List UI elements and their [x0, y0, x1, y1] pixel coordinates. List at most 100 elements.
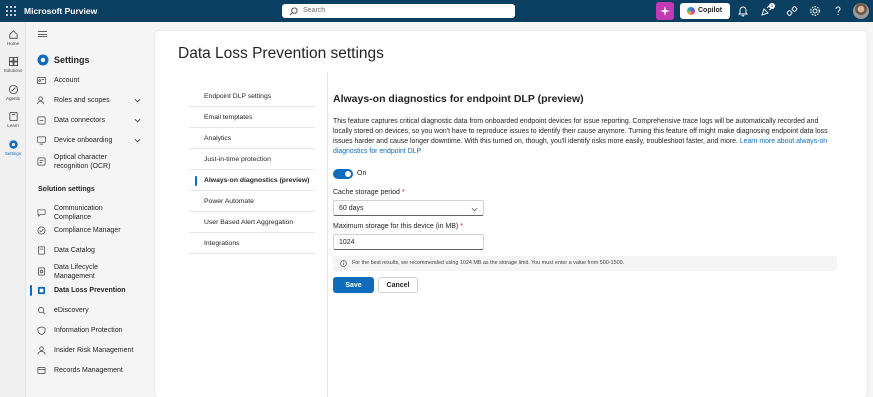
top-bar: Microsoft Purview Search Copilot 1: [0, 0, 873, 22]
rail-label: Settings: [4, 151, 22, 156]
rail-item-solutions[interactable]: Solutions: [0, 53, 26, 79]
home-icon: [8, 30, 18, 39]
learn-icon: [8, 111, 18, 122]
cache-storage-value: 60 days: [339, 205, 364, 212]
nav-item-label: eDiscovery: [54, 307, 89, 314]
nav-item-label: Roles and scopes: [54, 97, 110, 104]
tab-email-templates[interactable]: Email templates: [189, 107, 315, 128]
agents-icon: [8, 84, 18, 95]
info-message-bar: For the best results, we recommended usi…: [333, 256, 837, 271]
max-storage-label-text: Maximum storage for this device (in MB): [333, 223, 459, 230]
cache-storage-dropdown[interactable]: 60 days: [333, 200, 484, 216]
settings-nav: Settings Account Roles and scopes Data c…: [26, 22, 150, 397]
rail-label: Home: [6, 41, 19, 46]
device-icon: [37, 136, 46, 145]
nav-item-label: Information Protection: [54, 327, 123, 334]
nav-item-label: Communication Compliance: [54, 205, 103, 221]
tab-integrations[interactable]: Integrations: [189, 233, 315, 254]
rail-item-agents[interactable]: Agents: [0, 81, 26, 107]
communication-icon: [37, 209, 46, 217]
nav-item-data-catalog[interactable]: Data Catalog: [36, 244, 144, 258]
nav-item-label: Account: [54, 77, 80, 84]
tab-user-based-alert-aggregation[interactable]: User Based Alert Aggregation: [189, 212, 315, 233]
nav-item-roles-and-scopes[interactable]: Roles and scopes: [36, 94, 144, 108]
copilot-icon-button[interactable]: [656, 2, 674, 20]
bell-icon[interactable]: [737, 5, 749, 17]
nav-title-label: Settings: [54, 55, 90, 65]
tab-label: Always-on diagnostics (preview): [204, 177, 310, 184]
required-mark: *: [460, 223, 463, 230]
tab-analytics[interactable]: Analytics: [189, 128, 315, 149]
max-storage-input[interactable]: [333, 234, 484, 250]
nav-item-device-onboarding[interactable]: Device onboarding: [36, 134, 144, 148]
nav-item-account[interactable]: Account: [36, 74, 144, 88]
hamburger-icon[interactable]: [38, 31, 47, 37]
copilot-button[interactable]: Copilot: [680, 3, 730, 19]
search-box[interactable]: Search: [282, 4, 515, 18]
tab-endpoint-dlp-settings[interactable]: Endpoint DLP settings: [189, 86, 315, 107]
tab-power-automate[interactable]: Power Automate: [189, 191, 315, 212]
cache-storage-label: Cache storage period *: [333, 189, 405, 196]
compliance-icon: [37, 226, 46, 235]
tab-label: Endpoint DLP settings: [204, 93, 272, 100]
rail-item-learn[interactable]: Learn: [0, 108, 26, 134]
divider: [327, 72, 328, 397]
required-mark: *: [401, 189, 405, 196]
tab-just-in-time-protection[interactable]: Just-in-time protection: [189, 149, 315, 170]
connectors-icon: [37, 116, 46, 125]
rail-label: Learn: [7, 123, 19, 128]
nav-item-label: Compliance Manager: [54, 227, 121, 234]
rail-item-settings[interactable]: Settings: [0, 136, 26, 162]
nav-item-label: Insider Risk Management: [54, 347, 134, 354]
description: This feature captures critical diagnosti…: [333, 117, 831, 157]
max-storage-label: Maximum storage for this device (in MB) …: [333, 223, 463, 230]
user-avatar[interactable]: [853, 3, 869, 19]
rail-label: Agents: [5, 96, 20, 101]
app-name[interactable]: Microsoft Purview: [24, 6, 97, 16]
app-launcher-icon[interactable]: [5, 5, 17, 17]
tab-always-on-diagnostics[interactable]: Always-on diagnostics (preview): [189, 170, 315, 191]
chevron-down-icon[interactable]: [134, 137, 141, 144]
chevron-down-icon: [471, 207, 478, 212]
gear-icon[interactable]: [809, 5, 821, 17]
tab-label: Power Automate: [204, 198, 254, 205]
diagnostics-toggle[interactable]: [333, 169, 353, 179]
ediscovery-icon: [37, 306, 46, 315]
account-icon: [37, 76, 46, 85]
nav-item-label: Data Catalog: [54, 247, 95, 254]
nav-item-communication-compliance[interactable]: Communication Compliance: [36, 205, 144, 221]
tab-label: Just-in-time protection: [204, 156, 271, 163]
nav-item-compliance-manager[interactable]: Compliance Manager: [36, 224, 144, 238]
rail-item-home[interactable]: Home: [0, 26, 26, 52]
catalog-icon: [37, 246, 46, 255]
nav-item-ediscovery[interactable]: eDiscovery: [36, 304, 144, 318]
nav-item-data-loss-prevention[interactable]: Data Loss Prevention: [30, 284, 144, 298]
nav-item-information-protection[interactable]: Information Protection: [36, 324, 144, 338]
nav-item-label: Device onboarding: [54, 137, 113, 144]
cancel-button[interactable]: Cancel: [378, 277, 418, 293]
gear-icon: [37, 54, 49, 66]
chevron-down-icon[interactable]: [134, 117, 141, 124]
nav-item-insider-risk-management[interactable]: Insider Risk Management: [36, 344, 144, 358]
nav-item-records-management[interactable]: Records Management: [36, 364, 144, 378]
gear-icon: [8, 140, 18, 149]
help-icon[interactable]: [832, 5, 844, 17]
chevron-down-icon[interactable]: [134, 97, 141, 104]
connect-icon[interactable]: [786, 5, 798, 17]
solutions-icon: [8, 56, 18, 67]
cache-storage-label-text: Cache storage period: [333, 189, 400, 196]
nav-item-label: Data Lifecycle Management: [54, 264, 98, 280]
main-card: Data Loss Prevention settings Endpoint D…: [155, 31, 867, 397]
ocr-icon: [37, 157, 46, 166]
insider-icon: [37, 346, 46, 355]
search-placeholder: Search: [303, 7, 326, 14]
nav-item-data-connectors[interactable]: Data connectors: [36, 114, 144, 128]
save-button[interactable]: Save: [333, 277, 374, 293]
nav-item-data-lifecycle-management[interactable]: Data Lifecycle Management: [36, 264, 144, 280]
rail-label: Solutions: [3, 68, 23, 73]
toggle-state-label: On: [357, 170, 367, 177]
copilot-logo-icon: [687, 7, 695, 15]
info-message: For the best results, we recommended usi…: [352, 260, 625, 266]
nav-item-ocr[interactable]: Optical character recognition (OCR): [36, 154, 144, 170]
info-icon: [340, 260, 347, 267]
